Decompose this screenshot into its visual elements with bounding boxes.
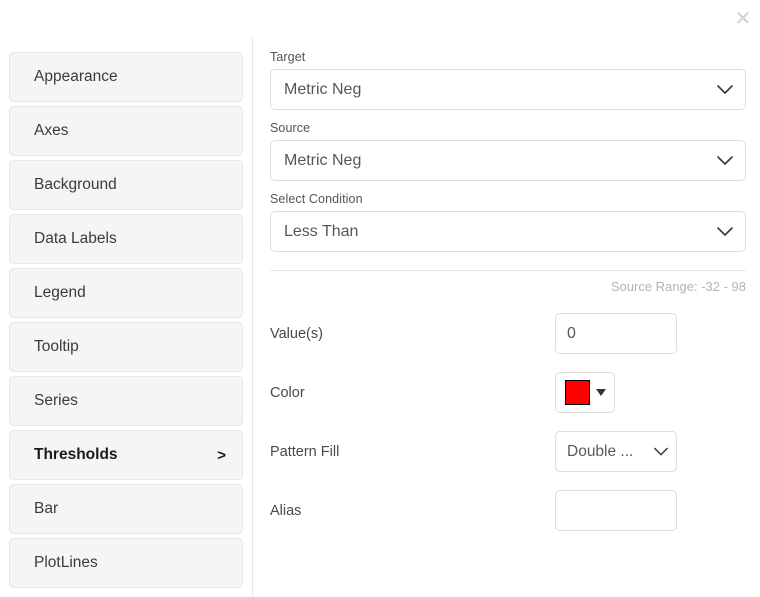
sidebar-item-label: PlotLines — [34, 554, 98, 571]
sidebar-item-label: Data Labels — [34, 230, 117, 247]
source-range-note: Source Range: -32 - 98 — [610, 279, 746, 294]
sidebar-item-series[interactable]: Series — [9, 376, 243, 426]
color-control — [555, 372, 746, 413]
sidebar-item-label: Bar — [34, 500, 59, 517]
sidebar-item-bar[interactable]: Bar — [9, 484, 243, 534]
sidebar-item-label: Legend — [34, 284, 86, 301]
values-label: Value(s) — [270, 325, 323, 342]
condition-field-block: Select Condition Less Than — [270, 192, 746, 252]
values-row: Value(s) — [270, 304, 746, 363]
sidebar-item-tooltip[interactable]: Tooltip — [9, 322, 243, 372]
condition-label: Select Condition — [270, 192, 363, 206]
source-label: Source — [270, 121, 311, 135]
sidebar-item-appearance[interactable]: Appearance — [9, 52, 243, 102]
color-label: Color — [270, 384, 305, 401]
settings-dialog-body: Appearance Axes Background Data Labels Legen… — [0, 38, 760, 597]
pattern-fill-select[interactable]: Double ... — [555, 431, 677, 472]
sidebar-item-label: Axes — [34, 122, 69, 139]
color-swatch — [564, 380, 590, 405]
target-label: Target — [270, 50, 306, 64]
values-control — [555, 313, 746, 354]
alias-control — [555, 490, 746, 531]
sidebar-item-background[interactable]: Background — [9, 160, 243, 210]
source-select[interactable]: Metric Neg — [270, 140, 746, 181]
chevron-right-icon: > — [217, 446, 226, 464]
values-input[interactable] — [555, 313, 677, 354]
close-dialog-button[interactable]: ✕ — [729, 5, 757, 33]
section-divider — [270, 270, 746, 271]
condition-select-wrap: Less Than — [270, 211, 746, 252]
pattern-fill-label: Pattern Fill — [270, 443, 340, 460]
sidebar-item-thresholds[interactable]: Thresholds > — [9, 430, 243, 480]
color-picker-button[interactable] — [555, 372, 615, 413]
source-field-block: Source Metric Neg — [270, 121, 746, 181]
sidebar-item-data-labels[interactable]: Data Labels — [9, 214, 243, 264]
sidebar-item-label: Tooltip — [34, 338, 79, 355]
color-row: Color — [270, 363, 746, 422]
condition-select[interactable]: Less Than — [270, 211, 746, 252]
sidebar-item-label: Thresholds — [34, 446, 118, 463]
pattern-fill-control: Double ... — [555, 431, 746, 472]
pattern-fill-row: Pattern Fill Double ... — [270, 422, 746, 481]
sidebar-item-label: Series — [34, 392, 78, 409]
alias-input[interactable] — [555, 490, 677, 531]
caret-down-icon — [595, 389, 606, 396]
target-select-wrap: Metric Neg — [270, 69, 746, 110]
close-icon: ✕ — [734, 8, 752, 30]
sidebar-item-axes[interactable]: Axes — [9, 106, 243, 156]
sidebar-item-label: Background — [34, 176, 117, 193]
sidebar-item-label: Appearance — [34, 68, 118, 85]
sidebar-item-plotlines[interactable]: PlotLines — [9, 538, 243, 588]
target-field-block: Target Metric Neg — [270, 50, 746, 110]
settings-sidebar: Appearance Axes Background Data Labels Legen… — [0, 38, 253, 597]
alias-label: Alias — [270, 502, 302, 519]
pattern-fill-select-wrap: Double ... — [555, 431, 677, 472]
thresholds-settings-panel: Target Metric Neg Source Metric Neg Sele… — [253, 38, 760, 597]
sidebar-item-legend[interactable]: Legend — [9, 268, 243, 318]
source-select-wrap: Metric Neg — [270, 140, 746, 181]
target-select[interactable]: Metric Neg — [270, 69, 746, 110]
alias-row: Alias — [270, 481, 746, 540]
